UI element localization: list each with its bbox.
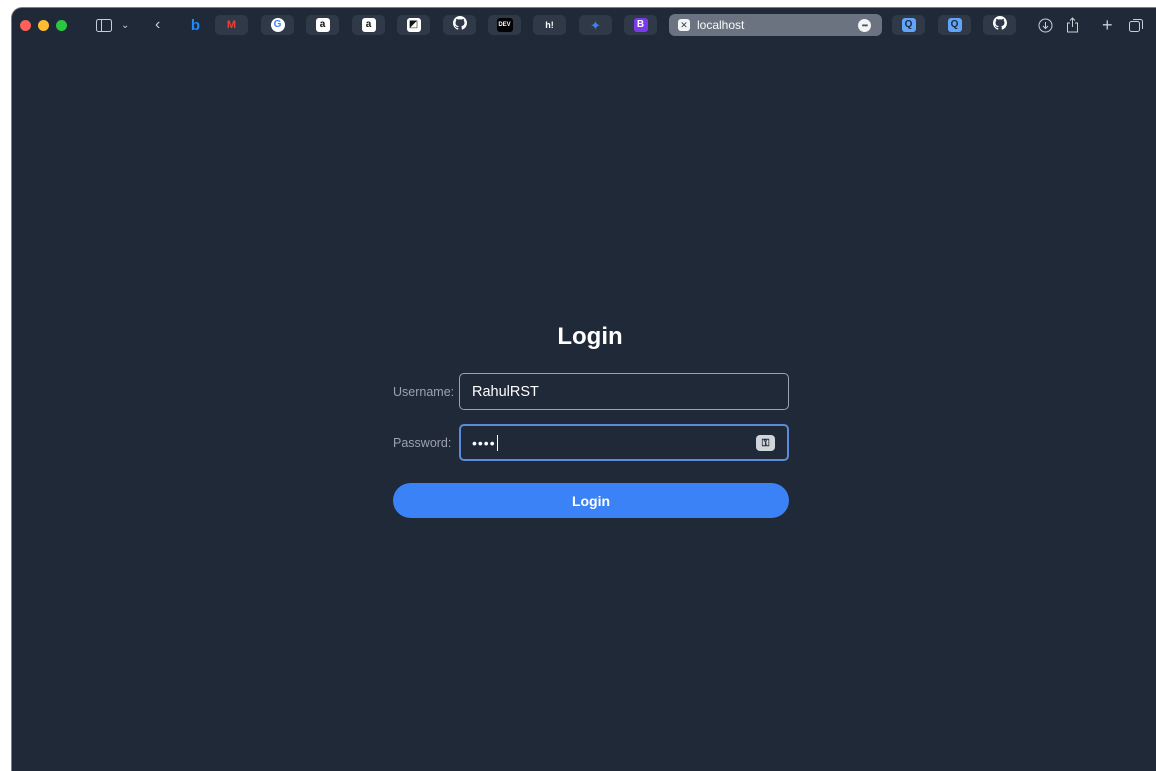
hashnode-icon: h! (545, 19, 554, 30)
gmail-icon: M (226, 18, 237, 31)
username-field[interactable]: RahulRST (459, 373, 789, 410)
bing-icon: b (190, 16, 201, 34)
dev-favorite[interactable]: DEV (488, 15, 521, 35)
page-content: Login Username: RahulRST Password: •••• … (12, 42, 1156, 771)
zoom-window-button[interactable] (56, 20, 67, 31)
github-icon (452, 15, 467, 35)
share-icon[interactable] (1066, 15, 1079, 35)
password-key-icon[interactable]: ⚿ (756, 435, 775, 451)
username-label: Username: (393, 385, 455, 399)
hashnode-favorite[interactable]: h! (533, 15, 566, 35)
chevron-down-icon[interactable]: ⌄ (121, 15, 129, 35)
google-favorite[interactable]: G (261, 15, 294, 35)
github-favorite-2[interactable] (983, 15, 1016, 35)
bootstrap-favorite[interactable]: B (624, 15, 657, 35)
password-label: Password: (393, 436, 452, 450)
square-logo-icon: ◩ (406, 18, 421, 32)
username-value: RahulRST (472, 383, 539, 400)
bookmark-favorite[interactable]: ◩ (397, 15, 430, 35)
page-title: Login (557, 323, 623, 350)
sparkle-favorite[interactable]: ✦ (579, 15, 612, 35)
tab-overview-icon[interactable] (1129, 15, 1144, 35)
bootstrap-icon: B (633, 18, 648, 32)
dev-icon: DEV (496, 18, 513, 32)
close-box-icon: ✕ (678, 19, 690, 31)
close-window-button[interactable] (20, 20, 31, 31)
amazon-favorite-2[interactable]: a (352, 15, 385, 35)
sidebar-toggle-icon[interactable] (96, 15, 112, 35)
github-icon (992, 15, 1007, 35)
gmail-favorite[interactable]: M (215, 15, 248, 35)
github-favorite[interactable] (443, 15, 476, 35)
bing-favorite[interactable]: b (179, 15, 212, 35)
browser-toolbar: ⌄ ‹ b M G a a ◩ DEV h! ✦ B ✕ localhost •… (12, 8, 1156, 42)
download-icon[interactable] (1038, 15, 1053, 35)
minimize-window-button[interactable] (38, 20, 49, 31)
more-options-icon[interactable]: ••• (858, 19, 871, 32)
browser-window: ⌄ ‹ b M G a a ◩ DEV h! ✦ B ✕ localhost •… (12, 8, 1156, 771)
text-caret (496, 434, 498, 451)
new-tab-icon[interactable]: + (1102, 15, 1113, 35)
google-icon: G (270, 18, 285, 32)
amazon-icon: a (361, 18, 376, 32)
search-favorite-1[interactable]: Q (892, 15, 925, 35)
amazon-icon: a (315, 18, 330, 32)
search-favorite-2[interactable]: Q (938, 15, 971, 35)
back-arrow-icon[interactable]: ‹ (155, 15, 160, 35)
search-icon: Q (947, 18, 962, 32)
search-icon: Q (901, 18, 916, 32)
url-text: localhost (697, 18, 745, 32)
login-button[interactable]: Login (393, 483, 789, 518)
password-field[interactable]: •••• ⚿ (459, 424, 789, 461)
address-bar[interactable]: ✕ localhost ••• (669, 14, 882, 36)
password-value: •••• (472, 434, 496, 451)
amazon-favorite-1[interactable]: a (306, 15, 339, 35)
sparkle-icon: ✦ (590, 17, 601, 33)
